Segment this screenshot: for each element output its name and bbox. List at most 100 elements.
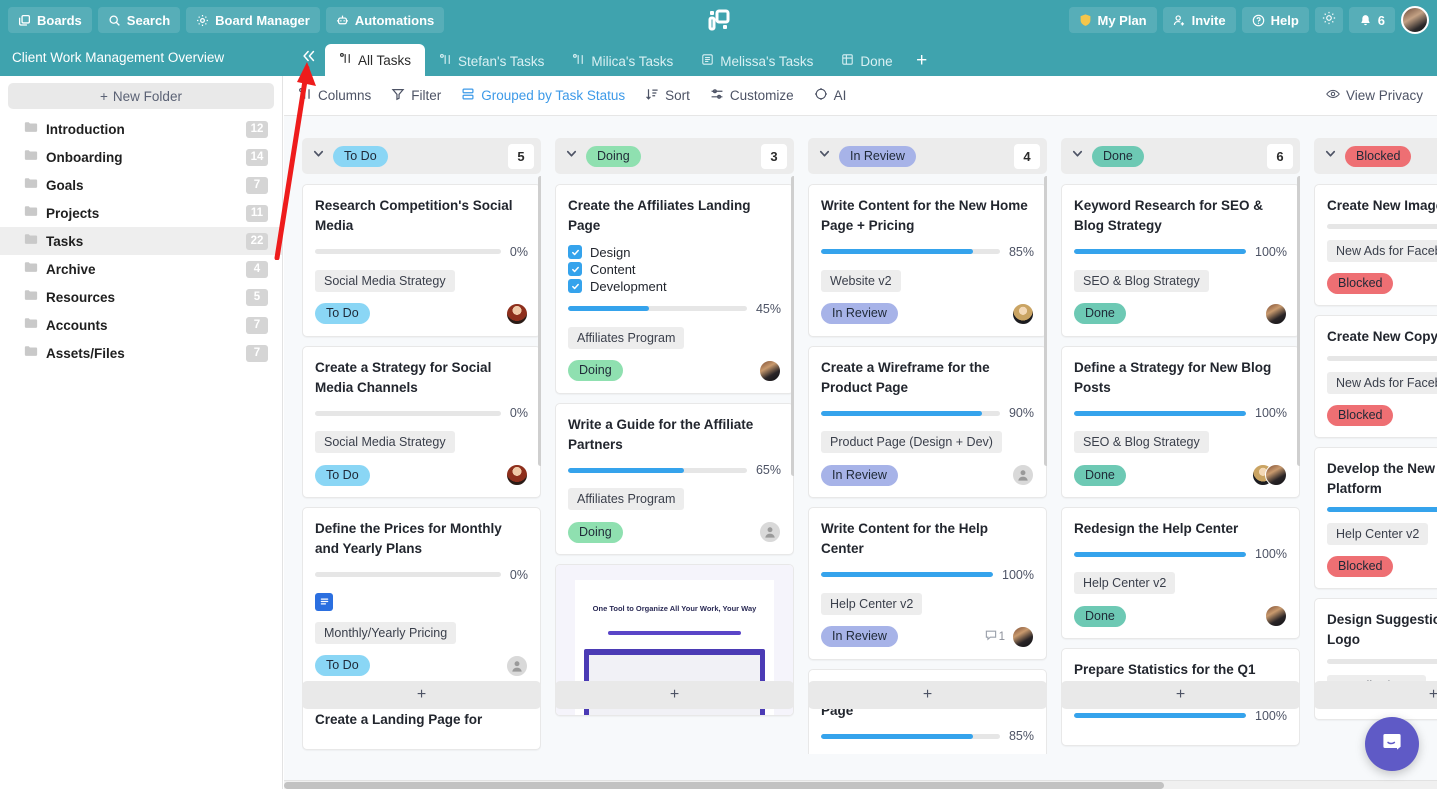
card-tag[interactable]: Social Media Strategy: [315, 431, 455, 453]
task-card[interactable]: Write a Guide for the Affiliate Partners…: [555, 402, 794, 555]
avatar[interactable]: [506, 464, 528, 486]
avatar[interactable]: [1265, 605, 1287, 628]
column-scrollbar[interactable]: [1044, 176, 1047, 466]
card-tag[interactable]: New Ads for Facebook: [1327, 240, 1437, 263]
chevron-down-icon[interactable]: [818, 147, 839, 165]
card-tag[interactable]: Affiliates Program: [568, 326, 685, 349]
sort-button[interactable]: Sort: [645, 87, 690, 104]
sidebar-folder-onboarding[interactable]: Onboarding 14: [0, 143, 282, 171]
card-tag[interactable]: Social Media Strategy: [315, 269, 455, 292]
task-card[interactable]: Write Content for the Help Center 100% Hel…: [808, 507, 1047, 660]
card-tag[interactable]: Website v2: [821, 269, 901, 292]
sidebar-folder-introduction[interactable]: Introduction 12: [0, 115, 282, 143]
theme-toggle-button[interactable]: [1314, 7, 1343, 33]
task-card[interactable]: Create the Affiliates Landing Page Design…: [555, 184, 794, 394]
checkbox-checked-icon[interactable]: [568, 279, 582, 293]
checkbox-checked-icon[interactable]: [568, 245, 582, 259]
avatar-placeholder[interactable]: [759, 521, 781, 543]
invite-button[interactable]: Invite: [1162, 7, 1236, 33]
tab-milicas-tasks[interactable]: Milica's Tasks: [558, 46, 687, 76]
task-card[interactable]: Create a Wireframe for the Product Page 9…: [808, 345, 1047, 498]
card-status-badge[interactable]: Done: [1074, 303, 1126, 324]
horizontal-scrollbar-thumb[interactable]: [284, 782, 1164, 789]
tab-stefans-tasks[interactable]: Stefan's Tasks: [425, 46, 558, 76]
automations-button[interactable]: Automations: [325, 7, 445, 33]
task-card[interactable]: Create a Strategy for Social Media Chann…: [302, 345, 541, 498]
chevron-down-icon[interactable]: [1071, 147, 1092, 165]
sidebar-folder-assets-files[interactable]: Assets/Files 7: [0, 339, 282, 367]
view-privacy-button[interactable]: View Privacy: [1326, 87, 1423, 104]
card-status-badge[interactable]: Doing: [568, 360, 623, 381]
avatar[interactable]: [1265, 302, 1287, 325]
subtask-row[interactable]: Content: [568, 262, 781, 277]
task-card[interactable]: Create New Images for the Ads New Ads for…: [1314, 184, 1437, 307]
card-tag[interactable]: Affiliates Program: [568, 488, 685, 510]
task-card[interactable]: Define the Prices for Monthly and Yearly…: [302, 507, 541, 689]
add-card-button[interactable]: +: [302, 681, 541, 709]
comment-count[interactable]: 1: [985, 629, 1005, 644]
document-icon[interactable]: [315, 592, 333, 611]
sidebar-folder-goals[interactable]: Goals 7: [0, 171, 282, 199]
avatar[interactable]: [1012, 625, 1034, 648]
task-card[interactable]: Develop the New Help Center Platform Help…: [1314, 446, 1437, 589]
card-tag[interactable]: New Ads for Facebook: [1327, 371, 1437, 394]
card-tag[interactable]: Help Center v2: [1074, 572, 1176, 595]
card-tag[interactable]: Monthly/Yearly Pricing: [315, 621, 457, 644]
new-folder-button[interactable]: + New Folder: [8, 83, 274, 109]
card-tag[interactable]: SEO & Blog Strategy: [1074, 269, 1209, 292]
card-tag[interactable]: SEO & Blog Strategy: [1074, 431, 1209, 453]
card-status-badge[interactable]: Done: [1074, 464, 1126, 486]
horizontal-scrollbar[interactable]: [284, 780, 1437, 789]
task-card[interactable]: Create New Copy for the Ads New Ads for F…: [1314, 315, 1437, 438]
notifications-button[interactable]: 6: [1348, 7, 1395, 33]
subtask-row[interactable]: Development: [568, 279, 781, 294]
my-plan-button[interactable]: My Plan: [1068, 7, 1157, 33]
card-status-badge[interactable]: Blocked: [1327, 404, 1394, 426]
boards-button[interactable]: Boards: [8, 7, 92, 33]
sidebar-folder-accounts[interactable]: Accounts 7: [0, 311, 282, 339]
board-manager-button[interactable]: Board Manager: [186, 7, 320, 33]
user-avatar[interactable]: [1401, 6, 1429, 34]
group-by-button[interactable]: Grouped by Task Status: [461, 87, 625, 104]
card-status-badge[interactable]: Blocked: [1327, 556, 1394, 577]
intercom-chat-button[interactable]: [1365, 717, 1419, 771]
ai-button[interactable]: AI: [814, 87, 846, 104]
filter-button[interactable]: Filter: [391, 87, 441, 104]
card-status-badge[interactable]: Blocked: [1327, 273, 1394, 295]
search-button[interactable]: Search: [97, 7, 181, 33]
card-status-badge[interactable]: Doing: [568, 521, 623, 543]
columns-button[interactable]: Columns: [298, 87, 371, 104]
card-tag[interactable]: Help Center v2: [1327, 523, 1429, 545]
column-scrollbar[interactable]: [538, 176, 541, 466]
column-scrollbar[interactable]: [791, 176, 794, 476]
sidebar-folder-resources[interactable]: Resources 5: [0, 283, 282, 311]
avatar[interactable]: [1265, 464, 1287, 486]
chevron-down-icon[interactable]: [565, 147, 586, 165]
task-card[interactable]: Redesign the Help Center 100% Help Center …: [1061, 507, 1300, 640]
card-status-badge[interactable]: To Do: [315, 303, 370, 324]
avatar[interactable]: [1012, 302, 1034, 325]
collapse-sidebar-button[interactable]: [295, 40, 323, 76]
card-status-badge[interactable]: To Do: [315, 655, 370, 676]
card-status-badge[interactable]: Done: [1074, 605, 1126, 627]
card-status-badge[interactable]: In Review: [821, 626, 898, 647]
card-tag[interactable]: Product Page (Design + Dev): [821, 431, 1002, 453]
sidebar-folder-projects[interactable]: Projects 11: [0, 199, 282, 227]
column-scrollbar[interactable]: [1297, 176, 1300, 466]
tab-all-tasks[interactable]: All Tasks: [325, 44, 426, 76]
customize-button[interactable]: Customize: [710, 87, 794, 104]
task-card[interactable]: Write Content for the New Home Page + Pr…: [808, 184, 1047, 337]
help-button[interactable]: Help: [1241, 7, 1309, 33]
avatar-placeholder[interactable]: [1012, 464, 1034, 486]
subtask-row[interactable]: Design: [568, 245, 781, 260]
avatar[interactable]: [759, 359, 781, 382]
chevron-down-icon[interactable]: [312, 147, 333, 165]
add-tab-button[interactable]: +: [907, 46, 937, 76]
tab-melissas-tasks[interactable]: Melissa's Tasks: [687, 46, 827, 76]
add-card-button[interactable]: +: [1061, 681, 1300, 709]
add-card-button[interactable]: +: [808, 681, 1047, 709]
task-card[interactable]: Define a Strategy for New Blog Posts 100%…: [1061, 345, 1300, 498]
sidebar-folder-tasks[interactable]: Tasks 22: [0, 227, 282, 255]
checkbox-checked-icon[interactable]: [568, 262, 582, 276]
card-status-badge[interactable]: In Review: [821, 303, 898, 324]
